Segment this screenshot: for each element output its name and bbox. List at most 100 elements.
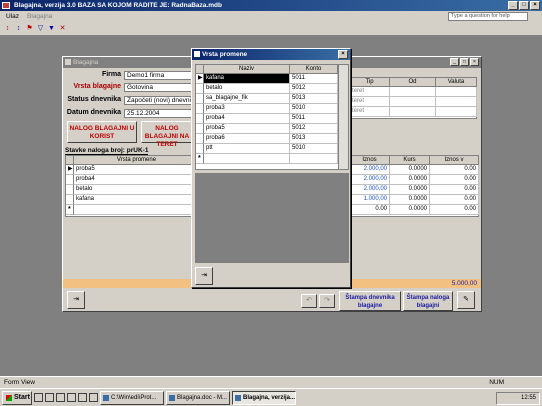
dialog-close-button[interactable]: × [338,50,348,59]
vrsta-blagajne-field[interactable]: Gotovina [124,83,192,92]
table-row[interactable]: proba5 [74,165,200,175]
help-search-input[interactable]: Type a question for help [448,12,528,21]
exit-door-icon[interactable]: ⇥ [67,291,85,309]
nalog-na-teret-button[interactable]: NALOG BLAGAJNI NA TERET [141,121,193,148]
table-row[interactable]: teret [350,107,390,117]
sort-ascending-icon[interactable]: ↕ [3,24,12,33]
table-cell[interactable]: 5013 [290,94,338,104]
dialog-exit-door-icon[interactable]: ⇥ [195,267,213,285]
table-row[interactable]: betalo [204,84,290,94]
table-cell[interactable]: 2.000,00 [350,175,390,185]
table-cell[interactable]: 0.00 [350,205,390,215]
table-cell[interactable]: 5012 [290,124,338,134]
delete-record-icon[interactable]: ✕ [58,24,67,33]
status-dnevnika-field[interactable]: Započeti (novi) dnevnik [124,96,192,105]
table-cell[interactable]: 0.00 [430,185,479,195]
start-button[interactable]: Start [2,390,32,405]
table-cell[interactable] [436,87,477,97]
table-cell[interactable]: 5010 [290,104,338,114]
table-row[interactable]: betalo [74,185,200,195]
table-cell[interactable]: 5012 [290,84,338,94]
table-row[interactable]: kafana [74,195,200,205]
table-row[interactable]: teret [350,97,390,107]
table-cell[interactable]: 0.00 [430,205,479,215]
row-selector[interactable] [66,195,74,205]
datum-dnevnika-field[interactable]: 25.12.2004 [124,109,192,118]
row-selector[interactable] [196,104,204,114]
table-cell[interactable] [390,107,436,117]
filter-by-selection-icon[interactable]: ⚑ [25,24,34,33]
table-cell[interactable]: 0.0000 [390,165,430,175]
table-cell[interactable] [436,97,477,107]
row-selector[interactable] [196,114,204,124]
quicklaunch-ie-icon[interactable] [34,393,43,402]
stavke-title: Stavke naloga broj: prUK-1 [65,147,149,155]
table-row[interactable]: proba4 [74,175,200,185]
menu-ulaz[interactable]: Ulaz [6,13,19,22]
task-explorer[interactable]: C:\Win\edi\Prot... [100,390,164,405]
table-cell[interactable] [290,154,338,164]
table-cell[interactable]: 0.0000 [390,175,430,185]
minimize-button[interactable]: _ [508,1,518,10]
table-cell[interactable]: 1.000,00 [350,195,390,205]
quicklaunch-outlook-icon[interactable] [45,393,54,402]
table-cell[interactable]: 5011 [290,114,338,124]
row-selector[interactable] [196,124,204,134]
table-row[interactable] [74,205,200,215]
table-cell[interactable] [390,97,436,107]
new-record-icon[interactable]: * [66,205,74,215]
apply-filter-icon[interactable]: ▼ [47,24,56,33]
table-row[interactable]: ptt [204,144,290,154]
quicklaunch-desktop-icon[interactable] [56,393,65,402]
form-maximize-button[interactable]: □ [460,58,469,66]
firma-field[interactable]: Demo1 firma [124,71,192,80]
vertical-scrollbar[interactable] [338,65,348,169]
table-row[interactable]: kafana [204,74,290,84]
table-cell[interactable]: 5010 [290,144,338,154]
table-cell[interactable] [436,107,477,117]
table-row[interactable]: proba4 [204,114,290,124]
stampa-dnevnika-button[interactable]: Štampa dnevnika blagajne [339,291,401,311]
table-cell[interactable]: 0.0000 [390,195,430,205]
table-row[interactable]: proba5 [204,124,290,134]
close-button[interactable]: × [530,1,540,10]
table-row[interactable]: proba3 [204,104,290,114]
table-cell[interactable]: 0.00 [430,165,479,175]
undo-icon[interactable]: ↶ [301,294,317,308]
table-cell[interactable]: 0.00 [430,195,479,205]
quicklaunch-access-icon[interactable] [78,393,87,402]
row-selector[interactable] [66,175,74,185]
task-word[interactable]: Blagajna.doc - M... [166,390,230,405]
table-cell[interactable]: 0.00 [430,175,479,185]
table-row[interactable]: sa_blagajne_fik [204,94,290,104]
maximize-button[interactable]: □ [519,1,529,10]
row-selector[interactable] [196,134,204,144]
quicklaunch-word-icon[interactable] [67,393,76,402]
edit-icon[interactable]: ✎ [457,291,475,309]
row-selector[interactable] [196,84,204,94]
menu-blagajna[interactable]: Blagajna [27,13,52,22]
form-close-button[interactable]: × [470,58,479,66]
table-cell[interactable]: 5011 [290,74,338,84]
quicklaunch-explorer-icon[interactable] [89,393,98,402]
table-row[interactable]: teret [350,87,390,97]
table-row[interactable] [204,154,290,164]
form-minimize-button[interactable]: _ [450,58,459,66]
nalog-u-korist-button[interactable]: NALOG BLAGAJNI U KORIST [67,121,137,143]
table-cell[interactable]: 2.000,00 [350,165,390,175]
table-cell[interactable]: 0.0000 [390,205,430,215]
table-cell[interactable]: 2.000,00 [350,185,390,195]
row-selector[interactable] [196,94,204,104]
new-record-icon[interactable]: * [196,154,204,164]
row-selector[interactable] [196,144,204,154]
table-cell[interactable] [390,87,436,97]
table-cell[interactable]: 5013 [290,134,338,144]
redo-icon[interactable]: ↷ [319,294,335,308]
sort-descending-icon[interactable]: ↕ [14,24,23,33]
filter-by-form-icon[interactable]: ▽ [36,24,45,33]
stampa-naloga-button[interactable]: Štampa naloga blagajni [403,291,453,311]
row-selector[interactable] [66,185,74,195]
table-cell[interactable]: 0.0000 [390,185,430,195]
table-row[interactable]: proba6 [204,134,290,144]
task-blagajna[interactable]: Blagajna, verzija... [232,390,296,405]
